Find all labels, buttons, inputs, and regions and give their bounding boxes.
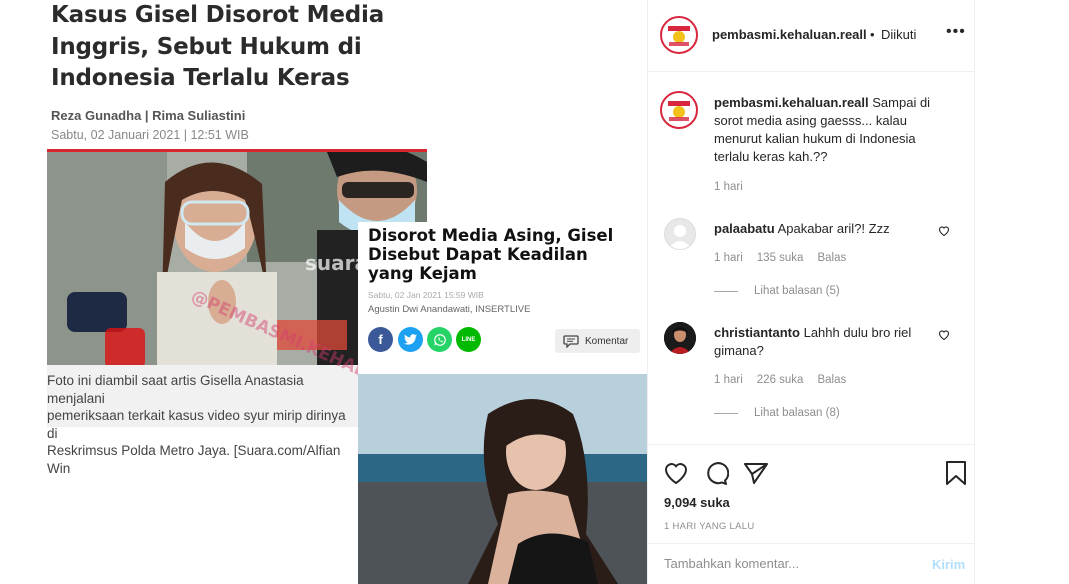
view-replies-label: Lihat balasan (8) (754, 407, 840, 419)
post-header: pembasmi.kehaluan.reall • Diikuti ••• (648, 0, 974, 72)
comment-username[interactable]: christiantanto (714, 325, 800, 340)
comment-like-heart-icon[interactable] (938, 225, 950, 239)
reply-button[interactable]: Balas (817, 252, 846, 264)
post-image[interactable]: Kasus Gisel Disorot Media Inggris, Sebut… (0, 0, 647, 584)
komentar-button: Komentar (555, 329, 640, 353)
header-username[interactable]: pembasmi.kehaluan.reall (712, 27, 867, 42)
whatsapp-icon (427, 327, 452, 352)
caption-username[interactable]: pembasmi.kehaluan.reall (714, 95, 869, 110)
user-photo-icon (664, 322, 696, 354)
separator-dot: • (870, 27, 875, 42)
view-replies-button[interactable]: Lihat balasan (8) (714, 407, 840, 419)
share-icon[interactable] (743, 460, 769, 486)
comment-text: Apakabar aril?! Zzz (777, 221, 890, 236)
avatar[interactable] (660, 16, 698, 54)
comment-bubble-icon (563, 334, 579, 348)
avatar[interactable] (664, 322, 696, 354)
account-logo-icon (668, 26, 690, 46)
replies-divider (714, 412, 738, 414)
comment-icon[interactable] (703, 460, 729, 486)
facebook-icon: f (368, 327, 393, 352)
post-timestamp[interactable]: 1 HARI YANG LALU (664, 521, 755, 532)
comment-body: palaabatu Apakabar aril?! Zzz (714, 220, 930, 238)
news-date: Sabtu, 02 Januari 2021 | 12:51 WIB (51, 128, 249, 142)
komentar-label: Komentar (585, 335, 629, 347)
comment-meta: 1 hari 226 suka Balas (714, 374, 846, 386)
more-icon[interactable]: ••• (946, 23, 966, 41)
news2-headline: Disorot Media Asing, Gisel Disebut Dapat… (368, 226, 614, 283)
comment-like-heart-icon[interactable] (938, 329, 950, 343)
caption-body: pembasmi.kehaluan.reall Sampai di sorot … (714, 94, 950, 166)
line-icon: LINE (456, 327, 481, 352)
heart-icon[interactable] (663, 460, 689, 486)
news-clipping-insertlive: Disorot Media Asing, Gisel Disebut Dapat… (358, 222, 647, 584)
send-comment-button[interactable]: Kirim (932, 557, 965, 572)
follow-status-button[interactable]: Diikuti (881, 27, 916, 42)
add-comment-bar: Kirim (648, 543, 974, 584)
news2-author: Agustin Dwi Anandawati, INSERTLIVE (368, 304, 531, 315)
page-background (975, 0, 1069, 584)
news2-photo (358, 374, 647, 584)
news2-meta: Sabtu, 02 Jan 2021 15:59 WIB (368, 290, 484, 300)
comment-meta: 1 hari 135 suka Balas (714, 252, 846, 264)
image-margin (0, 0, 47, 584)
bookmark-icon[interactable] (943, 460, 969, 486)
reply-button[interactable]: Balas (817, 374, 846, 386)
replies-divider (714, 290, 738, 292)
comment-time[interactable]: 1 hari (714, 252, 743, 264)
comment-likes[interactable]: 135 suka (757, 252, 804, 264)
portrait-photo-illustration (358, 374, 647, 584)
avatar[interactable] (660, 91, 698, 129)
caption-time[interactable]: 1 hari (714, 181, 743, 193)
avatar[interactable] (664, 218, 696, 250)
like-count[interactable]: 9,094 suka (664, 495, 730, 510)
comment-body: christiantanto Lahhh dulu bro riel giman… (714, 324, 930, 360)
post-actions: 9,094 suka 1 HARI YANG LALU (648, 444, 974, 544)
default-avatar-icon (668, 225, 692, 249)
comment-likes[interactable]: 226 suka (757, 374, 804, 386)
comment-username[interactable]: palaabatu (714, 221, 775, 236)
news-authors: Reza Gunadha | Rima Suliastini (51, 108, 246, 123)
account-logo-icon (668, 101, 690, 121)
twitter-icon (398, 327, 423, 352)
view-replies-label: Lihat balasan (5) (754, 285, 840, 297)
news-headline: Kasus Gisel Disorot Media Inggris, Sebut… (51, 2, 385, 91)
comment-time[interactable]: 1 hari (714, 374, 743, 386)
comment-input[interactable] (664, 556, 904, 571)
post-sidebar: pembasmi.kehaluan.reall • Diikuti ••• pe… (647, 0, 975, 584)
view-replies-button[interactable]: Lihat balasan (5) (714, 285, 840, 297)
